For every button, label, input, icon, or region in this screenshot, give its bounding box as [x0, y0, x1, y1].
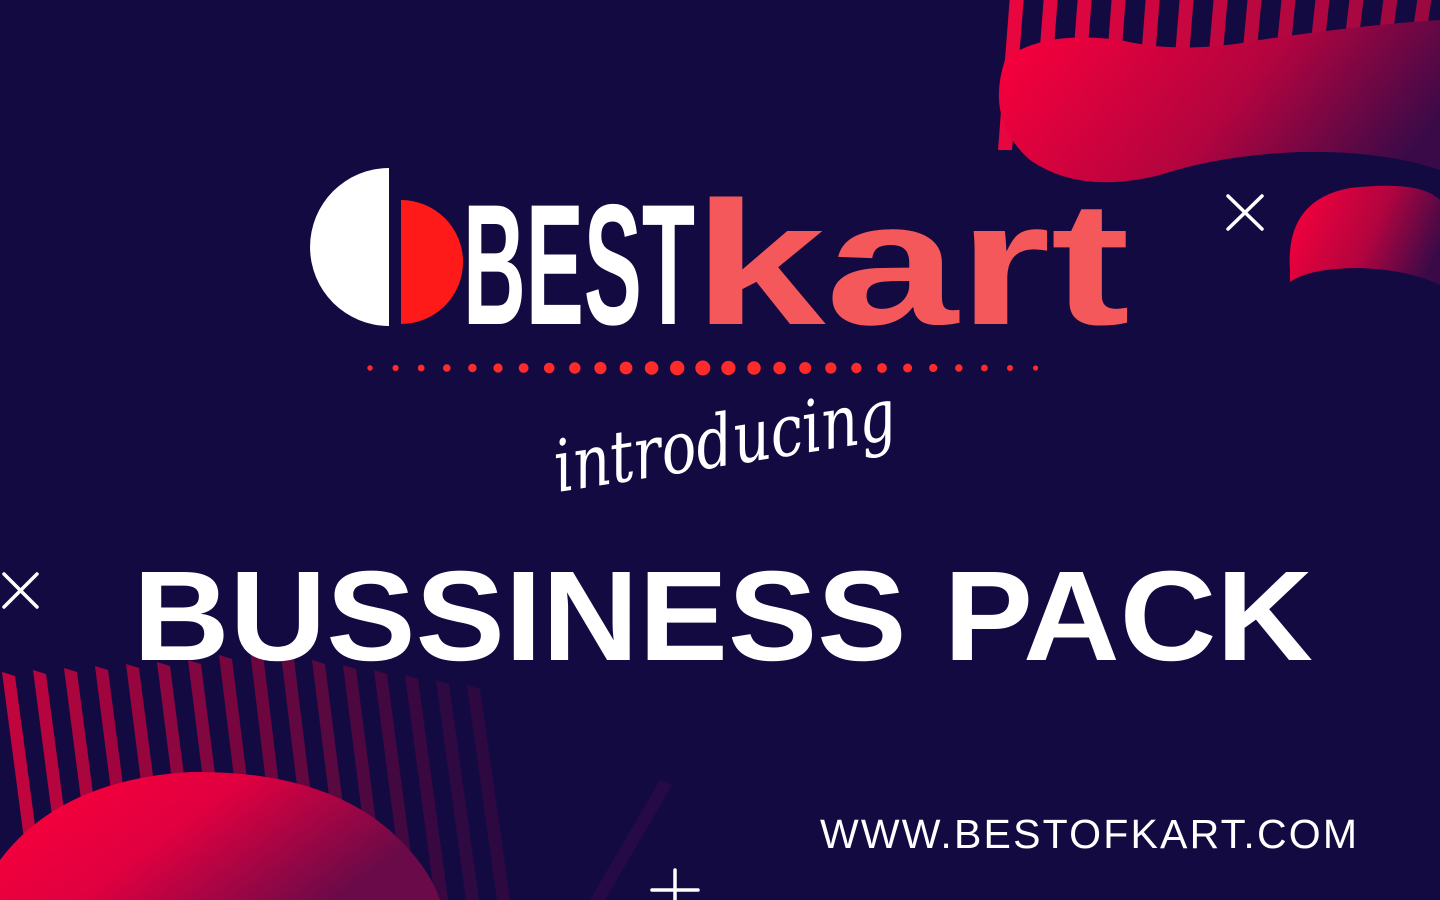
divider-dot	[670, 360, 685, 376]
logo-mark	[310, 168, 463, 326]
divider-dot	[543, 362, 555, 374]
divider-dot	[773, 361, 786, 375]
plus-icon	[650, 868, 700, 900]
brand-best: BEST	[463, 169, 695, 361]
divider-dot	[468, 363, 477, 373]
promo-banner: BEST kart introducing BUSSINESS PACK WWW…	[0, 0, 1440, 900]
banner-canvas: BEST kart introducing BUSSINESS PACK WWW…	[0, 0, 1440, 900]
divider-dot	[493, 363, 503, 373]
divider-dot	[619, 361, 633, 375]
divider-dot	[518, 363, 529, 373]
divider-dot	[747, 361, 761, 375]
divider-dot	[644, 361, 659, 375]
divider-dot	[851, 362, 862, 374]
divider-dot	[594, 361, 607, 375]
divider-dot	[929, 363, 938, 373]
logo-red-half	[401, 200, 463, 324]
divider-dot	[392, 364, 399, 372]
divider-dot	[955, 364, 963, 372]
cross-icon	[2, 572, 39, 609]
divider-dot	[569, 362, 581, 374]
tagline-introducing: introducing	[548, 372, 902, 509]
website-url: WWW.BESTOFKART.COM	[820, 811, 1357, 857]
cross-icon	[1226, 194, 1264, 231]
divider-dot	[1007, 365, 1013, 371]
divider-dot	[981, 364, 988, 372]
brand-kart: kart	[693, 166, 1130, 362]
headline: BUSSINESS PACK	[133, 545, 1313, 688]
logo-white-half	[310, 168, 389, 326]
divider-dot	[825, 362, 837, 374]
divider-dot	[903, 363, 913, 373]
divider-dot	[417, 364, 425, 372]
divider-dot	[367, 365, 373, 371]
divider-dot	[799, 362, 812, 374]
divider-dot	[695, 360, 711, 376]
dotted-divider	[367, 360, 1039, 376]
divider-dot	[1033, 365, 1039, 371]
divider-dot	[721, 360, 736, 376]
divider-dot	[443, 364, 451, 372]
